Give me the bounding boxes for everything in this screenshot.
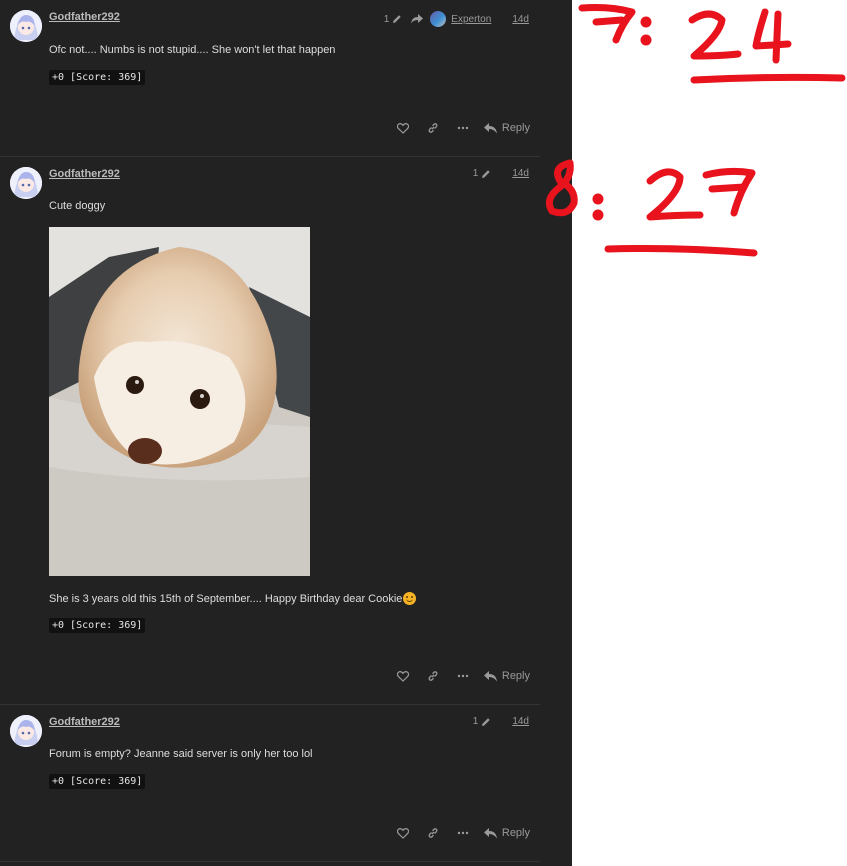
smiling-face-icon xyxy=(403,592,417,605)
post-actions: Reply xyxy=(388,668,530,684)
pencil-icon[interactable] xyxy=(481,169,491,179)
more-button[interactable] xyxy=(448,120,478,136)
annotation-first xyxy=(578,4,846,84)
editor-avatar[interactable] xyxy=(430,11,447,27)
forum-thread: Godfather292 1 Experton 14d Ofc not.... … xyxy=(0,0,572,866)
annotation-second xyxy=(545,159,758,257)
editor-name[interactable]: Experton xyxy=(451,14,491,25)
post-meta: 1 Experton 14d xyxy=(384,11,529,27)
reply-button[interactable]: Reply xyxy=(483,827,530,839)
post-meta: 1 14d xyxy=(473,168,529,179)
dog-photo[interactable] xyxy=(49,227,310,576)
avatar[interactable] xyxy=(10,10,42,42)
avatar[interactable] xyxy=(10,167,42,199)
post: Godfather292 1 14d Forum is empty? Jeann… xyxy=(0,705,540,862)
reply-label: Reply xyxy=(501,827,530,839)
pencil-icon[interactable] xyxy=(392,14,402,24)
post-text-after: She is 3 years old this 15th of Septembe… xyxy=(49,593,403,605)
more-button[interactable] xyxy=(448,668,478,684)
post: Godfather292 1 14d Cute doggy She is 3 y… xyxy=(0,157,540,705)
post-meta: 1 14d xyxy=(473,716,529,727)
reply-icon xyxy=(483,827,497,838)
post-age[interactable]: 14d xyxy=(512,14,529,25)
post-author[interactable]: Godfather292 xyxy=(49,11,120,23)
more-button[interactable] xyxy=(448,825,478,841)
edit-count[interactable]: 1 xyxy=(473,168,479,179)
link-icon xyxy=(428,671,438,681)
copy-link-button[interactable] xyxy=(418,825,448,841)
post-author[interactable]: Godfather292 xyxy=(49,716,120,728)
reply-button[interactable]: Reply xyxy=(483,670,530,682)
post-age[interactable]: 14d xyxy=(512,716,529,727)
post-text-continued: She is 3 years old this 15th of Septembe… xyxy=(49,592,417,605)
reply-label: Reply xyxy=(501,670,530,682)
share-arrow-icon xyxy=(411,14,424,24)
more-icon xyxy=(457,831,469,835)
post: Godfather292 1 Experton 14d Ofc not.... … xyxy=(0,0,540,157)
copy-link-button[interactable] xyxy=(418,668,448,684)
reply-button[interactable]: Reply xyxy=(483,122,530,134)
post-actions: Reply xyxy=(388,120,530,136)
post-text: Cute doggy xyxy=(49,200,106,212)
avatar[interactable] xyxy=(10,715,42,747)
edit-count[interactable]: 1 xyxy=(473,716,479,727)
link-icon xyxy=(428,123,438,133)
like-button[interactable] xyxy=(388,825,418,841)
post-text: Ofc not.... Numbs is not stupid.... She … xyxy=(49,44,336,56)
link-icon xyxy=(428,828,438,838)
post-actions: Reply xyxy=(388,825,530,841)
reply-icon xyxy=(483,122,497,133)
score-badge: +0 [Score: 369] xyxy=(49,618,146,633)
heart-icon xyxy=(396,122,409,134)
post-age[interactable]: 14d xyxy=(512,168,529,179)
score-badge: +0 [Score: 369] xyxy=(49,774,146,789)
more-icon xyxy=(457,674,469,678)
reply-icon xyxy=(483,670,497,681)
copy-link-button[interactable] xyxy=(418,120,448,136)
more-icon xyxy=(457,126,469,130)
like-button[interactable] xyxy=(388,120,418,136)
like-button[interactable] xyxy=(388,668,418,684)
post-author[interactable]: Godfather292 xyxy=(49,168,120,180)
post-text: Forum is empty? Jeanne said server is on… xyxy=(49,748,313,760)
edit-count[interactable]: 1 xyxy=(384,14,390,25)
heart-icon xyxy=(396,670,409,682)
pencil-icon[interactable] xyxy=(481,717,491,727)
reply-label: Reply xyxy=(501,122,530,134)
heart-icon xyxy=(396,827,409,839)
score-badge: +0 [Score: 369] xyxy=(49,70,146,85)
